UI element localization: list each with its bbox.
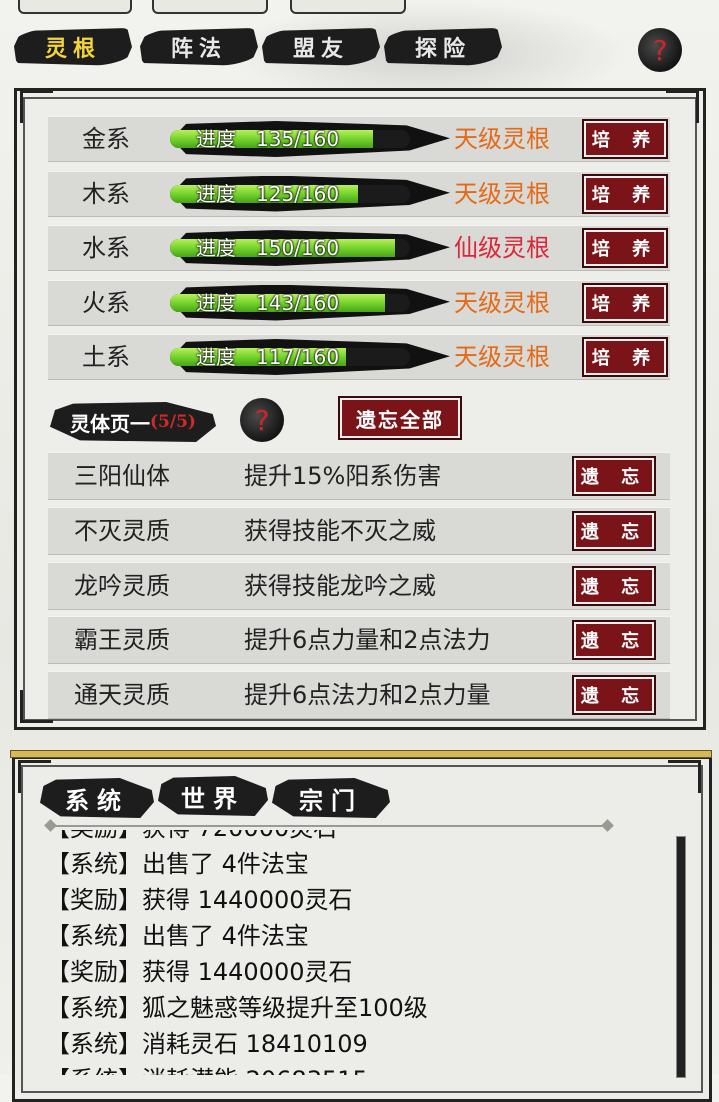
- cultivate-button[interactable]: 培 养: [582, 228, 668, 268]
- root-rank: 仙级灵根: [454, 234, 550, 262]
- chat-message: 【系统】出售了 4件法宝: [46, 850, 309, 878]
- progress-text: 进度 135/160: [196, 117, 339, 161]
- spirit-body-title: 灵体页一: [70, 411, 151, 436]
- progress-label: 进度: [196, 290, 236, 315]
- top-stub-1: [18, 0, 132, 14]
- progress-text: 进度 143/160: [196, 281, 339, 325]
- forget-button[interactable]: 遗 忘: [572, 510, 656, 551]
- cultivate-button[interactable]: 培 养: [582, 337, 668, 377]
- top-stub-3: [290, 0, 406, 14]
- panel-corner-tr: [666, 90, 699, 123]
- spirit-body-desc: 提升6点法力和2点力量: [244, 681, 491, 710]
- spirit-body-name: 通天灵质: [74, 681, 170, 710]
- cultivate-button[interactable]: 培 养: [582, 119, 668, 159]
- element-name: 火系: [82, 288, 130, 317]
- progress-text: 进度 125/160: [196, 172, 339, 216]
- spirit-body-row: 霸王灵质 提升6点力量和2点法力 遗 忘: [48, 616, 670, 665]
- chat-message: 【系统】消耗潜能 20683515: [46, 1062, 368, 1075]
- help-icon[interactable]: ?: [638, 28, 682, 72]
- progress-value: 150/160: [256, 236, 340, 260]
- forget-all-button[interactable]: 遗忘全部: [338, 396, 462, 440]
- progress-value: 143/160: [256, 290, 340, 315]
- root-rank: 天级灵根: [454, 179, 550, 208]
- spirit-body-desc: 提升15%阳系伤害: [244, 462, 442, 490]
- root-rank: 天级灵根: [454, 125, 550, 153]
- progress-label: 进度: [196, 345, 236, 369]
- spirit-body-help-icon[interactable]: ?: [240, 398, 284, 442]
- spirit-body-name: 霸王灵质: [74, 626, 170, 655]
- progress-label: 进度: [196, 127, 236, 151]
- chat-panel-gold-border: [10, 750, 712, 758]
- spirit-root-row: 火系 进度 143/160 天级灵根 培 养: [48, 279, 670, 326]
- spirit-body-desc: 提升6点力量和2点法力: [244, 626, 491, 655]
- element-name: 土系: [82, 343, 130, 371]
- spirit-body-name: 三阳仙体: [74, 462, 170, 490]
- spirit-body-row: 通天灵质 提升6点法力和2点力量 遗 忘: [48, 671, 670, 720]
- chat-message: 【奖励】获得 1440000灵石: [46, 886, 353, 914]
- forget-button[interactable]: 遗 忘: [572, 456, 656, 496]
- spirit-body-desc: 获得技能龙吟之威: [244, 571, 436, 600]
- forget-button[interactable]: 遗 忘: [572, 675, 656, 716]
- forget-button[interactable]: 遗 忘: [572, 620, 656, 661]
- root-rank: 天级灵根: [454, 343, 550, 371]
- spirit-body-row: 三阳仙体 提升15%阳系伤害 遗 忘: [48, 452, 670, 500]
- chat-message: 【奖励】获得 1440000灵石: [46, 958, 353, 986]
- chat-divider: [52, 825, 608, 827]
- progress-text: 进度 150/160: [196, 226, 339, 270]
- chat-log: 【奖励】获得 720000灵石【系统】出售了 4件法宝【奖励】获得 144000…: [0, 830, 719, 1075]
- spirit-body-desc: 获得技能不灭之威: [244, 516, 436, 545]
- spirit-root-row: 金系 进度 135/160 天级灵根 培 养: [48, 116, 670, 162]
- chat-corner-tr: [668, 760, 701, 793]
- spirit-body-row: 龙吟灵质 获得技能龙吟之威 遗 忘: [48, 561, 670, 610]
- tab-explore[interactable]: 探险: [384, 28, 502, 66]
- element-name: 木系: [82, 179, 130, 208]
- root-rank: 天级灵根: [454, 288, 550, 317]
- spirit-body-name: 不灭灵质: [74, 516, 170, 545]
- spirit-body-row: 不灭灵质 获得技能不灭之威 遗 忘: [48, 506, 670, 555]
- element-name: 水系: [82, 234, 130, 262]
- forget-button[interactable]: 遗 忘: [572, 565, 656, 606]
- tab-spirit-root[interactable]: 灵根: [14, 28, 132, 66]
- spirit-body-count: (5/5): [150, 412, 196, 432]
- element-name: 金系: [82, 125, 130, 153]
- top-stub-2: [152, 0, 268, 14]
- tab-formation[interactable]: 阵法: [140, 28, 258, 66]
- spirit-root-row: 水系 进度 150/160 仙级灵根 培 养: [48, 225, 670, 271]
- cultivate-button[interactable]: 培 养: [582, 282, 668, 323]
- chat-message: 【奖励】获得 720000灵石: [46, 830, 337, 846]
- cultivate-button[interactable]: 培 养: [582, 173, 668, 214]
- progress-label: 进度: [196, 181, 236, 206]
- progress-value: 117/160: [256, 345, 340, 369]
- progress-label: 进度: [196, 236, 236, 260]
- chat-message: 【系统】出售了 4件法宝: [46, 922, 309, 950]
- progress-value: 135/160: [256, 127, 340, 151]
- spirit-root-row: 土系 进度 117/160 天级灵根 培 养: [48, 334, 670, 380]
- progress-text: 进度 117/160: [196, 335, 339, 379]
- chat-message: 【系统】消耗灵石 18410109: [46, 1030, 368, 1058]
- tab-allies[interactable]: 盟友: [262, 28, 380, 66]
- progress-value: 125/160: [256, 181, 340, 206]
- chat-message: 【系统】狐之魅惑等级提升至100级: [46, 994, 428, 1022]
- spirit-body-name: 龙吟灵质: [74, 571, 170, 600]
- spirit-root-row: 木系 进度 125/160 天级灵根 培 养: [48, 170, 670, 217]
- chat-scrollbar[interactable]: [676, 836, 686, 1078]
